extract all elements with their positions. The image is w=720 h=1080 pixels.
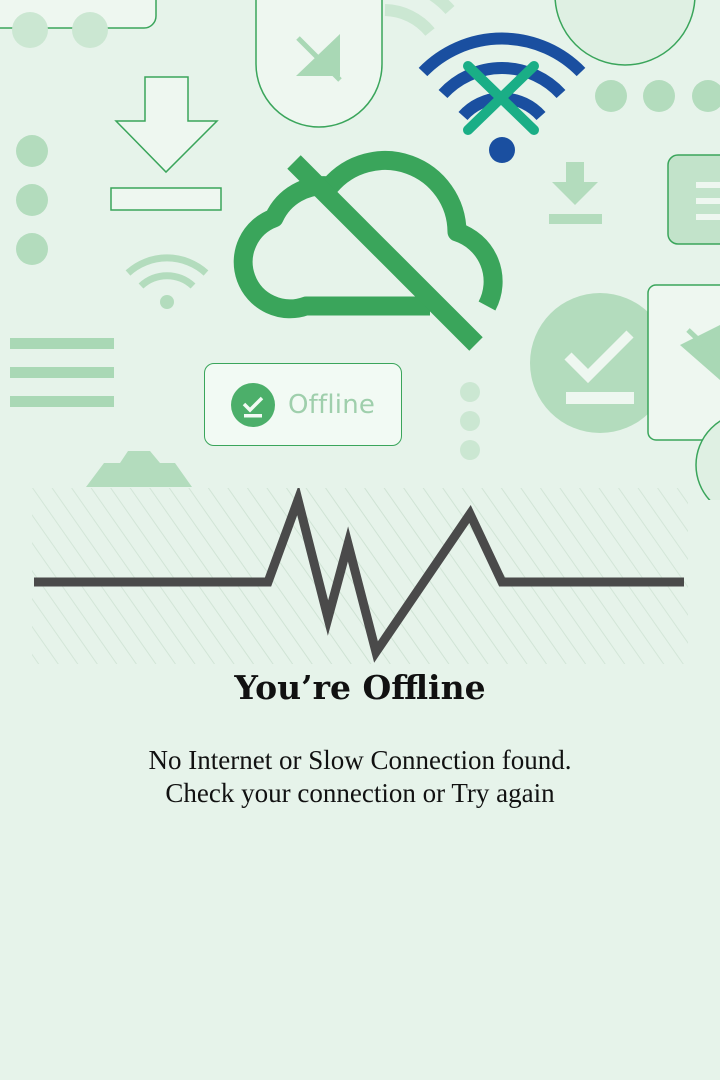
dots-decor bbox=[595, 80, 720, 112]
download-small-icon bbox=[549, 162, 602, 224]
offline-chip-label: Offline bbox=[288, 389, 376, 420]
check-download-icon bbox=[231, 382, 275, 427]
download-icon bbox=[110, 76, 222, 211]
card-icon bbox=[0, 0, 157, 48]
cloud-off-icon bbox=[233, 150, 503, 351]
wifi-small-dot bbox=[160, 295, 174, 309]
offline-message-line-2: Check your connection or Try again bbox=[165, 778, 555, 808]
circle-decor bbox=[554, 0, 696, 66]
offline-message-line-1: No Internet or Slow Connection found. bbox=[148, 745, 572, 775]
dots-decor-left bbox=[16, 135, 48, 265]
ground-decor bbox=[86, 451, 192, 487]
signal-card-icon bbox=[647, 284, 720, 441]
pulse-line-icon bbox=[32, 488, 688, 664]
offline-screen: Offline You’re Offline No Internet or Sl… bbox=[0, 0, 720, 1080]
menu-lines-icon bbox=[10, 338, 114, 407]
wifi-small-icon bbox=[125, 254, 209, 289]
dots-vertical-decor bbox=[460, 382, 480, 460]
offline-message: No Internet or Slow Connection found. Ch… bbox=[0, 744, 720, 810]
list-card-icon bbox=[667, 154, 720, 245]
signal-off-icon bbox=[255, 0, 383, 128]
offline-status-chip: Offline bbox=[204, 363, 402, 446]
wifi-icon bbox=[384, 0, 455, 36]
offline-title: You’re Offline bbox=[234, 668, 486, 707]
wifi-off-icon bbox=[418, 32, 586, 163]
